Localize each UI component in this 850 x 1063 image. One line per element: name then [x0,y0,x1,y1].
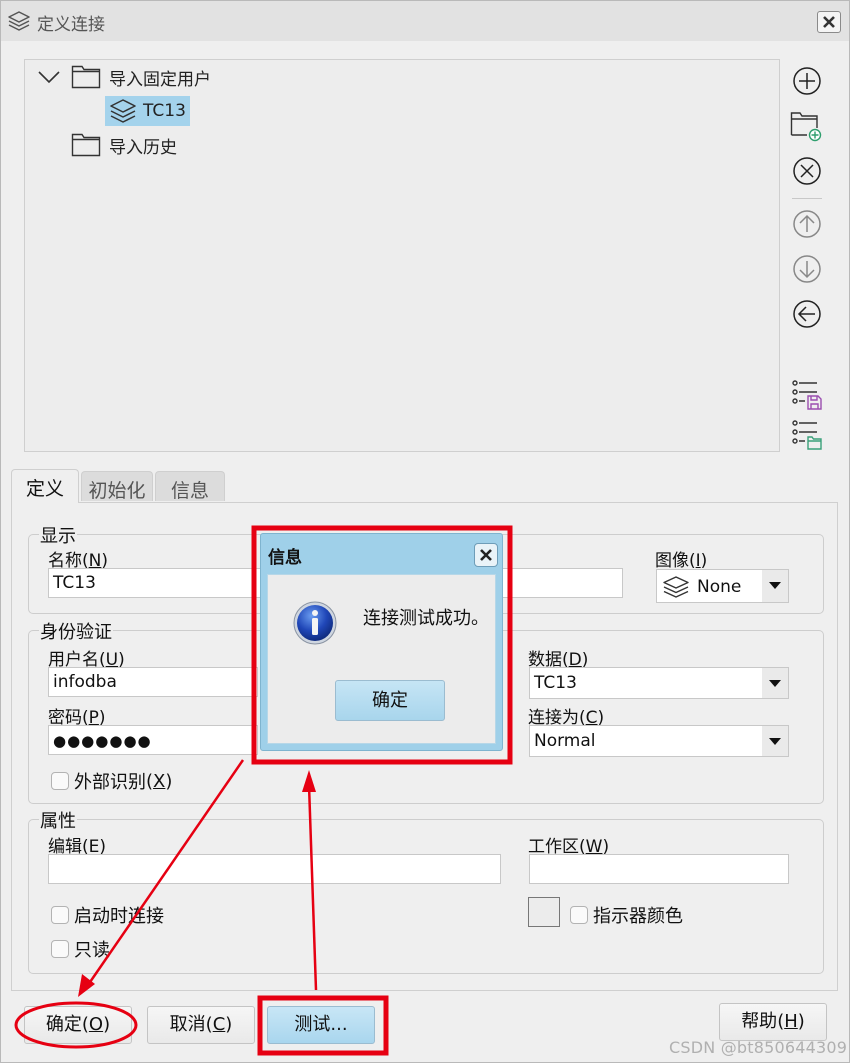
external-id-checkbox-row[interactable]: 外部识别(X) [51,768,172,794]
arrow-left-circle-icon[interactable] [791,298,823,330]
connect-on-start-checkbox[interactable] [51,906,69,924]
info-message-dialog: 信息 连接测试成功。 确定 [260,533,503,751]
define-connection-window: 定义连接 导入固定用户 TC13 导入历史 定义 初始化 信息 显示 名称(N)… [0,0,850,1063]
data-select[interactable]: TC13 [529,667,789,699]
help-mnemonic: H [784,1011,798,1032]
dropdown-arrow-icon[interactable] [762,726,788,756]
dialog-title: 信息 [268,548,302,568]
layers-icon [8,11,30,31]
folder-icon [71,133,101,157]
image-label-text: 图像 [655,551,689,571]
chevron-down-icon[interactable] [37,69,61,85]
plus-circle-icon[interactable] [791,65,823,97]
dropdown-arrow-icon[interactable] [762,570,788,602]
image-select[interactable]: None [656,569,789,603]
connect-on-start-label: 启动时连接 [74,906,164,927]
dialog-body: 连接测试成功。 确定 [267,574,496,744]
title-bar: 定义连接 [1,1,849,41]
connect-as-value: Normal [534,731,596,751]
watermark: CSDN @bt850644309 [669,1038,848,1057]
connect-on-start-row[interactable]: 启动时连接 [51,902,164,928]
data-value: TC13 [534,673,577,693]
readonly-row[interactable]: 只读 [51,936,110,962]
tab-definition[interactable]: 定义 [11,469,79,503]
info-icon [293,601,337,645]
tree-item-import-history[interactable]: 导入历史 [71,130,177,160]
window-title: 定义连接 [37,15,105,35]
username-input[interactable]: infodba [48,667,258,697]
tree-item-tc13[interactable]: TC13 [105,96,190,126]
edit-input[interactable] [48,854,501,884]
tree-item-label: TC13 [143,101,186,121]
tree-item-selection[interactable]: TC13 [105,96,190,126]
connect-as-select[interactable]: Normal [529,725,789,757]
folder-icon [71,65,101,89]
properties-group [28,819,824,974]
external-id-checkbox[interactable] [51,772,69,790]
tab-label: 信息 [170,480,209,502]
tab-label: 定义 [25,478,64,500]
layers-icon [663,576,689,598]
ok-button[interactable]: 确定(O) [24,1006,132,1044]
help-label: 帮助 [741,1011,778,1032]
ok-label: 确定 [45,1014,82,1035]
workspace-input[interactable] [529,854,789,884]
indicator-color-checkbox[interactable] [570,906,588,924]
password-input[interactable]: ●●●●●●● [48,725,258,755]
help-button[interactable]: 帮助(H) [719,1003,827,1041]
arrow-up-circle-icon[interactable] [791,208,823,240]
ok-mnemonic: O [88,1014,104,1035]
window-close-button[interactable] [817,11,841,33]
indicator-color-row[interactable]: 指示器颜色 [570,902,683,928]
tree-item-label: 导入固定用户 [109,69,211,90]
connection-tree[interactable]: 导入固定用户 TC13 导入历史 [24,59,780,452]
readonly-checkbox[interactable] [51,940,69,958]
image-label: 图像(I) [655,551,708,571]
external-id-mnemonic: X [153,770,166,792]
tab-label: 初始化 [88,480,146,502]
readonly-label: 只读 [74,940,110,961]
cancel-label: 取消 [169,1014,206,1035]
list-save-icon[interactable] [791,379,823,411]
x-circle-icon[interactable] [791,155,823,187]
close-icon [480,549,492,561]
dropdown-arrow-icon[interactable] [762,668,788,698]
indicator-color-label: 指示器颜色 [593,906,683,927]
arrow-down-circle-icon[interactable] [791,253,823,285]
layers-icon [110,99,136,123]
folder-add-icon[interactable] [790,111,822,143]
close-icon [823,16,835,28]
properties-group-title: 属性 [39,807,77,833]
image-mnemonic: I [695,551,701,571]
display-group-title: 显示 [39,522,77,548]
dialog-close-button[interactable] [474,543,498,567]
list-open-icon[interactable] [791,419,823,451]
cancel-mnemonic: C [212,1014,226,1035]
external-id-label: 外部识别 [74,772,146,793]
tree-item-import-fixed-users[interactable]: 导入固定用户 [37,62,211,92]
dialog-message: 连接测试成功。 [363,608,489,629]
toolbar-separator [792,198,822,199]
auth-group-title: 身份验证 [39,618,113,644]
image-value: None [697,577,742,597]
dialog-ok-button[interactable]: 确定 [335,680,445,721]
test-button[interactable]: 测试... [267,1006,375,1044]
tab-initialization[interactable]: 初始化 [81,471,153,502]
indicator-color-swatch[interactable] [528,897,560,927]
tab-info[interactable]: 信息 [155,471,225,502]
cancel-button[interactable]: 取消(C) [147,1006,255,1044]
tree-item-label: 导入历史 [109,137,177,158]
